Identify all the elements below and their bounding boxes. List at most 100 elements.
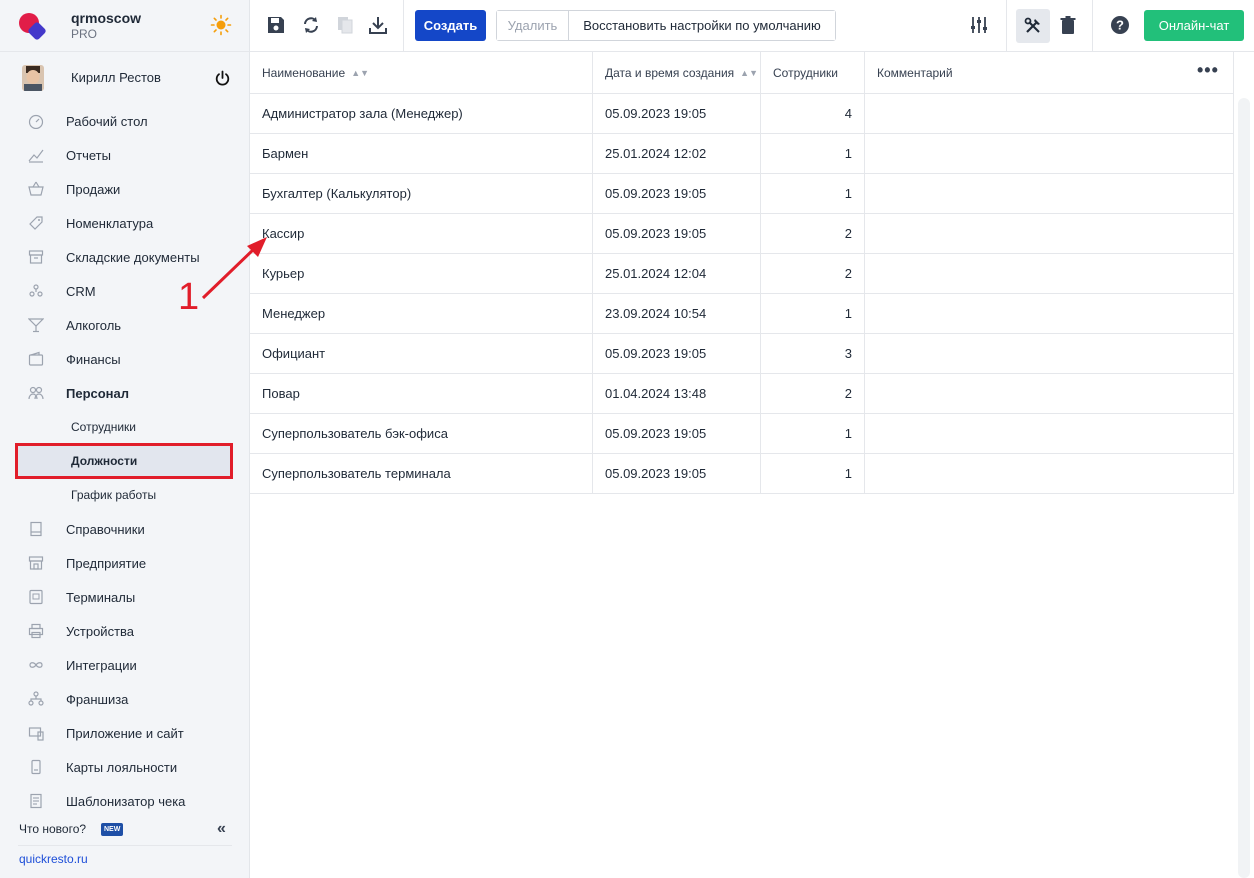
table-row[interactable]: Официант 05.09.2023 19:05 3 xyxy=(250,334,1234,374)
create-button[interactable]: Создать xyxy=(415,10,486,41)
sidebar-item-receipt-templates[interactable]: Шаблонизатор чека xyxy=(0,784,249,818)
book-icon xyxy=(30,521,42,537)
sidebar-item-sales[interactable]: Продажи xyxy=(0,172,249,206)
cell-created: 05.09.2023 19:05 xyxy=(605,106,707,121)
sidebar-subitem-employees[interactable]: Сотрудники xyxy=(16,412,232,442)
user-profile[interactable]: Кирилл Рестов xyxy=(0,60,249,96)
terminal-icon xyxy=(29,589,43,605)
delete-button[interactable]: Удалить xyxy=(497,11,569,40)
table-row[interactable]: Суперпользователь бэк-офиса 05.09.2023 19… xyxy=(250,414,1234,454)
cell-name: Суперпользователь бэк-офиса xyxy=(262,426,448,441)
sidebar-item-label: Устройства xyxy=(66,624,135,639)
cell-employees: 1 xyxy=(844,306,852,321)
column-settings-icon[interactable] xyxy=(969,15,989,35)
column-header-label: Наименование xyxy=(262,66,346,80)
cell-name: Бухгалтер (Калькулятор) xyxy=(262,186,412,201)
sidebar-item-loyalty-cards[interactable]: Карты лояльности xyxy=(0,750,249,784)
sort-icon[interactable]: ▲▼ xyxy=(740,68,758,78)
table-row[interactable]: Суперпользователь терминала 05.09.2023 19… xyxy=(250,454,1234,494)
column-header-employees[interactable]: Сотрудники xyxy=(761,52,838,94)
highlight-annotation-box xyxy=(15,443,233,479)
sidebar-item-label: Предприятие xyxy=(66,556,147,571)
sidebar-item-devices[interactable]: Устройства xyxy=(0,614,249,648)
sidebar-item-alcohol[interactable]: Алкоголь xyxy=(0,308,249,342)
column-header-created[interactable]: Дата и время создания ▲▼ xyxy=(593,52,758,94)
column-header-comment[interactable]: Комментарий xyxy=(865,52,953,94)
hierarchy-icon xyxy=(28,691,44,706)
sidebar-item-label: Терминалы xyxy=(66,590,136,605)
sidebar: qrmoscow PRO Кирилл Рестов Рабочий стол … xyxy=(0,0,250,878)
column-divider xyxy=(760,52,761,493)
brand-plan: PRO xyxy=(71,27,98,41)
vertical-scrollbar[interactable] xyxy=(1238,98,1250,878)
theme-sun-icon[interactable] xyxy=(210,14,232,36)
sidebar-item-staff[interactable]: Персонал xyxy=(0,376,249,410)
sidebar-item-label: CRM xyxy=(66,284,96,299)
copy-icon[interactable] xyxy=(335,15,355,35)
table-row[interactable]: Администратор зала (Менеджер) 05.09.2023 … xyxy=(250,94,1234,134)
toolbar-divider xyxy=(1092,0,1093,52)
cell-created: 01.04.2024 13:48 xyxy=(605,386,707,401)
cell-created: 05.09.2023 19:05 xyxy=(605,346,707,361)
cell-name: Повар xyxy=(262,386,300,401)
restore-defaults-button[interactable]: Восстановить настройки по умолчанию xyxy=(569,11,835,40)
cell-name: Администратор зала (Менеджер) xyxy=(262,106,463,121)
column-header-name[interactable]: Наименование ▲▼ xyxy=(250,52,369,94)
download-icon[interactable] xyxy=(368,15,388,35)
chart-icon xyxy=(28,149,44,163)
trash-icon[interactable] xyxy=(1058,15,1078,35)
staff-icon xyxy=(28,386,44,400)
sidebar-subitem-schedule[interactable]: График работы xyxy=(16,480,232,510)
sidebar-item-finance[interactable]: Финансы xyxy=(0,342,249,376)
table-row[interactable]: Кассир 05.09.2023 19:05 2 xyxy=(250,214,1234,254)
save-icon[interactable] xyxy=(266,15,286,35)
table-row[interactable]: Менеджер 23.09.2024 10:54 1 xyxy=(250,294,1234,334)
positions-table: Наименование ▲▼ Дата и время создания ▲▼ С… xyxy=(250,52,1234,494)
column-header-label: Сотрудники xyxy=(773,66,838,80)
sidebar-item-label: Продажи xyxy=(66,182,121,197)
table-row[interactable]: Курьер 25.01.2024 12:04 2 xyxy=(250,254,1234,294)
site-link[interactable]: quickresto.ru xyxy=(19,852,88,866)
people-icon xyxy=(29,284,43,297)
sidebar-item-franchise[interactable]: Франшиза xyxy=(0,682,249,716)
tools-button[interactable] xyxy=(1016,9,1050,43)
power-icon[interactable] xyxy=(214,70,231,87)
sidebar-item-integrations[interactable]: Интеграции xyxy=(0,648,249,682)
cell-employees: 1 xyxy=(844,466,852,481)
cell-employees: 3 xyxy=(844,346,852,361)
annotation-number: 1 xyxy=(178,276,200,318)
sidebar-item-terminals[interactable]: Терминалы xyxy=(0,580,249,614)
collapse-sidebar-icon[interactable]: « xyxy=(217,820,226,838)
basket-icon xyxy=(28,181,44,196)
store-icon xyxy=(28,556,44,570)
table-body: Администратор зала (Менеджер) 05.09.2023 … xyxy=(250,94,1234,494)
brand-header: qrmoscow PRO xyxy=(0,0,249,52)
cell-employees: 1 xyxy=(844,186,852,201)
sidebar-item-label: Справочники xyxy=(66,522,145,537)
sort-icon[interactable]: ▲▼ xyxy=(351,68,369,78)
quickresto-logo xyxy=(19,13,46,40)
infinity-icon xyxy=(29,662,43,668)
whats-new-link[interactable]: Что нового? xyxy=(19,822,86,836)
sidebar-item-label: Шаблонизатор чека xyxy=(66,794,186,809)
sidebar-item-dashboard[interactable]: Рабочий стол xyxy=(0,104,249,138)
annotation-arrow xyxy=(201,237,267,300)
sidebar-item-label: Складские документы xyxy=(66,250,200,265)
sidebar-item-app-site[interactable]: Приложение и сайт xyxy=(0,716,249,750)
sidebar-item-enterprise[interactable]: Предприятие xyxy=(0,546,249,580)
more-options-icon[interactable]: ••• xyxy=(1197,60,1219,81)
refresh-icon[interactable] xyxy=(301,15,321,35)
sidebar-item-label: Интеграции xyxy=(66,658,137,673)
online-chat-button[interactable]: Онлайн-чат xyxy=(1144,10,1244,41)
sidebar-item-directories[interactable]: Справочники xyxy=(0,512,249,546)
sidebar-item-reports[interactable]: Отчеты xyxy=(0,138,249,172)
user-name: Кирилл Рестов xyxy=(71,70,161,85)
box-icon xyxy=(28,250,44,264)
table-row[interactable]: Бухгалтер (Калькулятор) 05.09.2023 19:05 1 xyxy=(250,174,1234,214)
table-row[interactable]: Бармен 25.01.2024 12:02 1 xyxy=(250,134,1234,174)
cell-employees: 1 xyxy=(844,426,852,441)
help-icon[interactable]: ? xyxy=(1110,15,1130,35)
receipt-icon xyxy=(30,793,42,809)
table-row[interactable]: Повар 01.04.2024 13:48 2 xyxy=(250,374,1234,414)
action-button-group: Удалить Восстановить настройки по умолча… xyxy=(496,10,836,41)
